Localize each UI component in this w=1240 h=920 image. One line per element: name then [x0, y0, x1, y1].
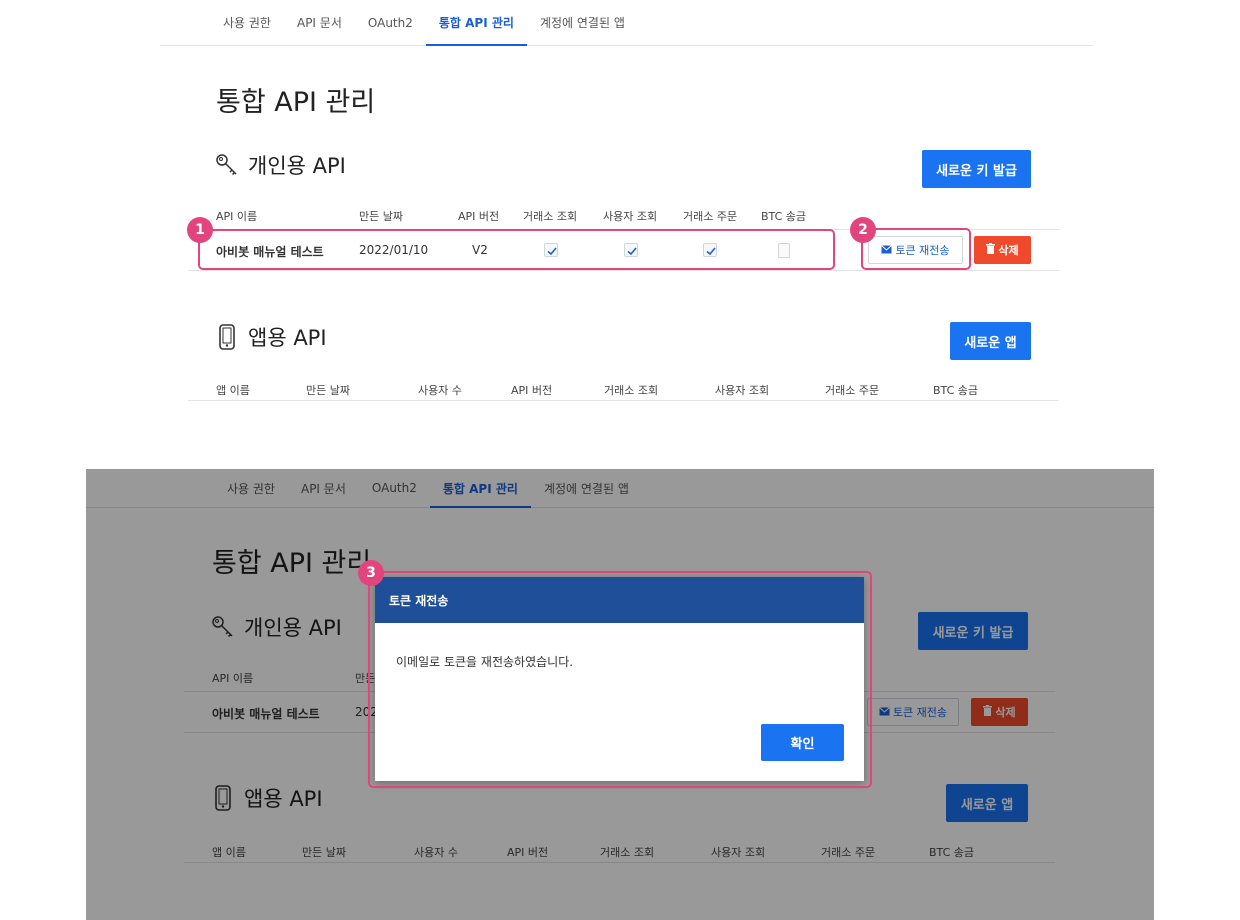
trash-icon — [986, 243, 996, 257]
col-api-version: API 버전 — [511, 384, 553, 397]
personal-table-header: API 이름 만든 날짜 API 버전 거래소 조회 사용자 조회 거래소 주문… — [188, 202, 1059, 230]
delete-label: 삭제 — [998, 244, 1019, 257]
personal-api-title: 개인용 API — [214, 150, 346, 180]
user-read-checkbox[interactable] — [624, 243, 638, 257]
tab-api-docs[interactable]: API 문서 — [284, 0, 355, 45]
col-user-read: 사용자 조회 — [715, 384, 770, 397]
resend-dialog: 토큰 재전송 이메일로 토큰을 재전송하였습니다. 확인 — [375, 577, 864, 781]
step-marker-2: 2 — [850, 217, 876, 243]
tab-oauth2[interactable]: OAuth2 — [355, 0, 426, 45]
tab-permissions[interactable]: 사용 권한 — [210, 0, 284, 45]
col-exchange-read: 거래소 조회 — [523, 210, 578, 223]
col-created-date: 만든 날짜 — [306, 384, 350, 397]
personal-api-title-text: 개인용 API — [248, 154, 346, 178]
col-created-date: 만든 날짜 — [359, 210, 403, 223]
resend-token-button[interactable]: 토큰 재전송 — [868, 236, 963, 264]
delete-button[interactable]: 삭제 — [974, 236, 1031, 264]
app-api-title: 앱용 API — [214, 322, 327, 352]
col-api-version: API 버전 — [458, 210, 500, 223]
mail-icon — [881, 244, 893, 257]
top-screen: 사용 권한 API 문서 OAuth2 통합 API 관리 계정에 연결된 앱 … — [0, 0, 1240, 470]
tab-integrated-api[interactable]: 통합 API 관리 — [425, 0, 528, 46]
step-marker-1: 1 — [187, 217, 213, 243]
page-title: 통합 API 관리 — [216, 87, 376, 118]
tab-bar: 사용 권한 API 문서 OAuth2 통합 API 관리 계정에 연결된 앱 — [160, 0, 1093, 46]
new-key-button[interactable]: 새로운 키 발급 — [922, 150, 1031, 188]
col-user-count: 사용자 수 — [418, 384, 462, 397]
app-table-header: 앱 이름 만든 날짜 사용자 수 API 버전 거래소 조회 사용자 조회 거래… — [188, 376, 1059, 401]
step-marker-3: 3 — [358, 560, 384, 586]
app-api-title-text: 앱용 API — [248, 326, 327, 350]
col-user-read: 사용자 조회 — [603, 210, 658, 223]
col-api-name: API 이름 — [216, 210, 258, 223]
exchange-order-checkbox[interactable] — [703, 243, 717, 257]
resend-token-label: 토큰 재전송 — [895, 244, 950, 257]
dialog-title: 토큰 재전송 — [375, 577, 864, 623]
row-api-version: V2 — [472, 243, 488, 257]
row-api-name: 아비봇 매뉴얼 테스트 — [216, 245, 324, 259]
col-app-name: 앱 이름 — [216, 384, 250, 397]
col-btc-send: BTC 송금 — [761, 210, 807, 223]
exchange-read-checkbox[interactable] — [544, 243, 558, 257]
tab-linked-apps[interactable]: 계정에 연결된 앱 — [527, 0, 638, 45]
col-exchange-read: 거래소 조회 — [604, 384, 659, 397]
col-exchange-order: 거래소 주문 — [683, 210, 738, 223]
bottom-screen: 사용 권한 API 문서 OAuth2 통합 API 관리 계정에 연결된 앱 … — [86, 469, 1154, 920]
btc-send-checkbox[interactable] — [778, 243, 790, 258]
col-btc-send: BTC 송금 — [933, 384, 979, 397]
dialog-message: 이메일로 토큰을 재전송하였습니다. — [396, 655, 574, 669]
phone-icon — [214, 324, 240, 350]
confirm-button[interactable]: 확인 — [761, 724, 844, 761]
col-exchange-order: 거래소 주문 — [825, 384, 880, 397]
row-created-date: 2022/01/10 — [359, 243, 429, 257]
new-app-button[interactable]: 새로운 앱 — [950, 322, 1031, 360]
key-icon — [214, 152, 240, 178]
